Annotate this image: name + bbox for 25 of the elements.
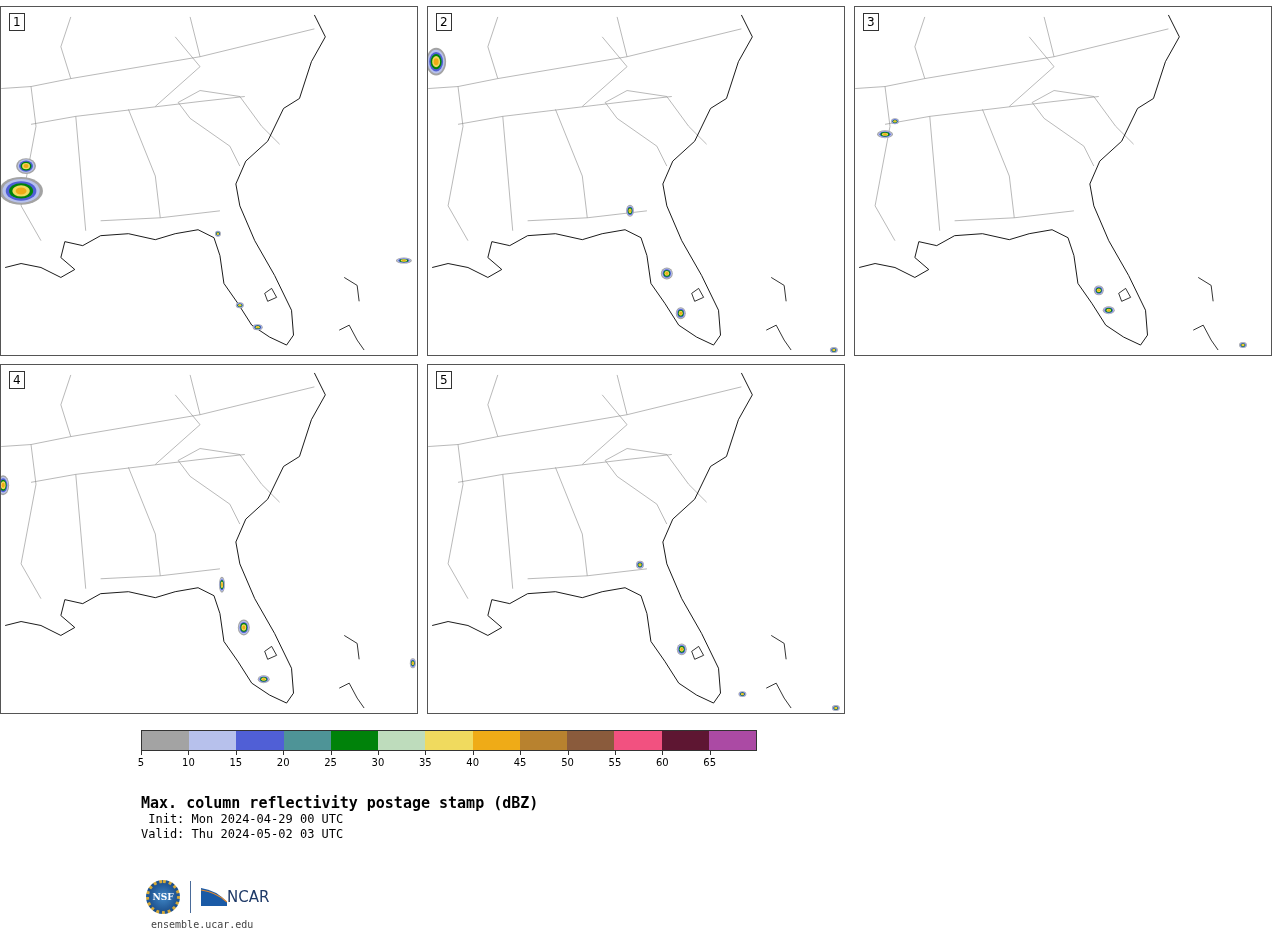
tick-label: 10 [182,757,195,768]
tick-label: 25 [324,757,337,768]
panel-label: 1 [9,13,25,31]
logo-text: NSF [152,892,174,902]
tick-label: 30 [371,757,385,768]
panel-label: 2 [436,13,452,31]
tick-label: 50 [561,757,574,768]
panel-label: 5 [436,371,452,389]
tick-label: 35 [419,757,432,768]
swoosh-icon [201,888,227,906]
tick-label: 5 [137,757,145,768]
tick-label: 40 [466,757,480,768]
tick-label: 45 [513,757,527,768]
logo-text: NCAR [227,888,270,906]
valid-time: Valid: Thu 2024-05-02 03 UTC [141,827,345,842]
tick-label: 55 [608,757,622,768]
tick-label: 15 [229,757,243,768]
tick-label: 65 [703,757,717,768]
tick-label: 60 [655,757,669,768]
site-url: ensemble.ucar.edu [151,919,255,930]
chart-title: Max. column reflectivity postage stamp (dBZ) [141,794,540,812]
panel-label: 4 [9,371,25,389]
tick-label: 20 [276,757,290,768]
panel-label: 3 [863,13,879,31]
init-time: Init: Mon 2024-04-29 00 UTC [147,812,345,827]
